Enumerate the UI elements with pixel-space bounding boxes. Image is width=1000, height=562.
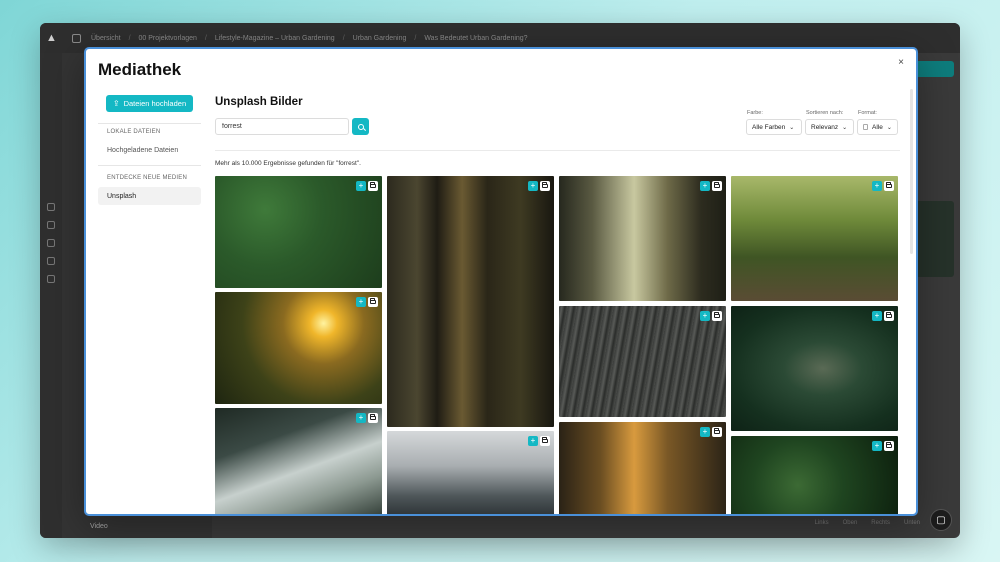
sort-filter-label: Sortieren nach: (806, 110, 844, 116)
folder-icon (714, 312, 720, 319)
image-tile[interactable]: + (731, 306, 898, 431)
unsplash-title: Unsplash Bilder (215, 96, 303, 108)
chat-icon[interactable]: ▢ (930, 509, 952, 531)
image-tile[interactable]: + (559, 176, 726, 301)
link-oben[interactable]: Oben (843, 520, 858, 526)
breadcrumb: Übersicht / 00 Projektvorlagen / Lifesty… (91, 34, 528, 42)
save-to-folder-button[interactable] (884, 181, 894, 191)
image-tile[interactable]: + (731, 176, 898, 301)
search-input[interactable] (215, 118, 349, 135)
upload-files-button[interactable]: ⇪ Dateien hochladen (106, 95, 193, 112)
upload-icon: ⇪ (112, 99, 120, 108)
link-unten[interactable]: Unten (904, 520, 920, 526)
sort-filter-value: Relevanz (811, 123, 839, 131)
format-filter-value: Alle (872, 123, 883, 131)
add-image-button[interactable]: + (700, 181, 710, 191)
sidebar-item-video[interactable]: Video (62, 523, 212, 530)
breadcrumb-item[interactable]: Was Bedeutet Urban Gardening? (424, 35, 527, 42)
modal-scrollbar[interactable] (910, 89, 913, 254)
folder-icon (370, 182, 376, 189)
results-count-text: Mehr als 10.000 Ergebnisse gefunden für … (215, 160, 361, 167)
save-to-folder-button[interactable] (712, 311, 722, 321)
add-image-button[interactable]: + (872, 181, 882, 191)
search-icon (357, 123, 364, 130)
image-tile[interactable]: + (215, 176, 382, 288)
modal-title: Mediathek (98, 60, 182, 79)
search-button[interactable] (352, 118, 369, 135)
link-links[interactable]: Links (815, 520, 829, 526)
chevron-down-icon: ⌄ (789, 124, 795, 131)
save-to-folder-button[interactable] (712, 427, 722, 437)
image-tile[interactable]: + (731, 436, 898, 514)
folder-icon (886, 312, 892, 319)
add-image-button[interactable]: + (872, 441, 882, 451)
image-tile[interactable]: + (387, 431, 554, 514)
add-image-button[interactable]: + (872, 311, 882, 321)
folder-icon (370, 414, 376, 421)
sidebar-item-uploaded-files[interactable]: Hochgeladene Dateien (98, 141, 201, 159)
folder-icon (542, 437, 548, 444)
breadcrumb-item[interactable]: Lifestyle-Magazine – Urban Gardening (215, 35, 335, 42)
breadcrumb-item[interactable]: 00 Projektvorlagen (139, 35, 197, 42)
breadcrumb-item[interactable]: Urban Gardening (353, 35, 407, 42)
image-tile[interactable]: + (215, 408, 382, 514)
alignment-links: Links Oben Rechts Unten (815, 520, 920, 526)
section-heading-local: LOKALE DATEIEN (107, 129, 161, 135)
format-filter-select[interactable]: Alle ⌄ (857, 119, 898, 135)
add-image-button[interactable]: + (528, 181, 538, 191)
folder-icon (542, 182, 548, 189)
color-filter-select[interactable]: Alle Farben ⌄ (746, 119, 802, 135)
chevron-down-icon: ⌄ (842, 124, 848, 131)
link-rechts[interactable]: Rechts (871, 520, 890, 526)
rail-icon[interactable] (47, 221, 55, 229)
save-to-folder-button[interactable] (884, 441, 894, 451)
app-icon-rail (40, 53, 62, 538)
color-filter-label: Farbe: (747, 110, 763, 116)
add-image-button[interactable]: + (528, 436, 538, 446)
folder-icon (886, 442, 892, 449)
image-tile[interactable]: + (559, 422, 726, 514)
folder-icon (370, 298, 376, 305)
add-image-button[interactable]: + (356, 181, 366, 191)
sidebar-item-unsplash[interactable]: Unsplash (98, 187, 201, 205)
save-to-folder-button[interactable] (884, 311, 894, 321)
image-tile[interactable]: + (387, 176, 554, 427)
rail-icon[interactable] (47, 257, 55, 265)
save-to-folder-button[interactable] (368, 297, 378, 307)
sort-filter-select[interactable]: Relevanz ⌄ (805, 119, 854, 135)
publish-button[interactable] (914, 61, 954, 77)
folder-icon (714, 428, 720, 435)
folder-icon (714, 182, 720, 189)
divider (98, 165, 201, 166)
save-to-folder-button[interactable] (540, 436, 550, 446)
save-to-folder-button[interactable] (368, 413, 378, 423)
add-image-button[interactable]: + (356, 413, 366, 423)
sidebar-toggle-icon[interactable] (72, 33, 81, 43)
format-icon (863, 124, 868, 130)
folder-icon (886, 182, 892, 189)
add-image-button[interactable]: + (700, 311, 710, 321)
close-icon[interactable]: × (894, 55, 908, 69)
save-to-folder-button[interactable] (540, 181, 550, 191)
media-library-modal: Mediathek × ⇪ Dateien hochladen LOKALE D… (84, 47, 918, 516)
section-heading-discover: ENTDECKE NEUE MEDIEN (107, 175, 188, 181)
app-logo-icon: ▲ (46, 32, 57, 44)
upload-files-label: Dateien hochladen (123, 99, 187, 108)
divider (215, 150, 900, 151)
chevron-down-icon: ⌄ (886, 124, 892, 131)
rail-icon[interactable] (47, 275, 55, 283)
image-tile[interactable]: + (559, 306, 726, 417)
image-tile[interactable]: + (215, 292, 382, 404)
preview-image (916, 201, 954, 277)
breadcrumb-item[interactable]: Übersicht (91, 35, 121, 42)
add-image-button[interactable]: + (356, 297, 366, 307)
save-to-folder-button[interactable] (368, 181, 378, 191)
rail-icon[interactable] (47, 239, 55, 247)
rail-icon[interactable] (47, 203, 55, 211)
save-to-folder-button[interactable] (712, 181, 722, 191)
divider (98, 123, 201, 124)
format-filter-label: Format: (858, 110, 877, 116)
color-filter-value: Alle Farben (752, 123, 786, 131)
add-image-button[interactable]: + (700, 427, 710, 437)
